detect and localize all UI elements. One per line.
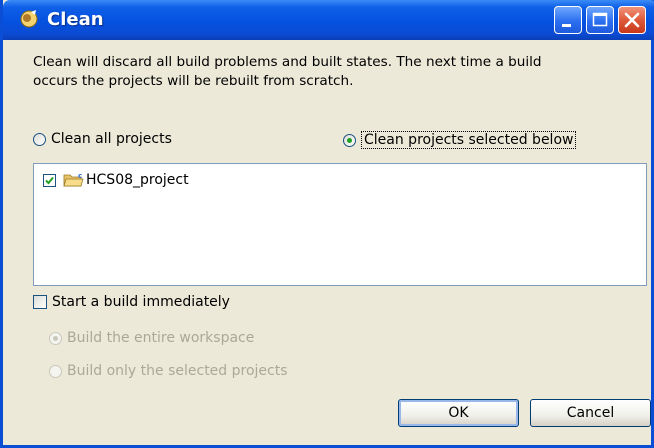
clean-dialog: Clean Clean will discard all build probl… xyxy=(0,0,654,448)
description-text: Clean will discard all build problems an… xyxy=(33,53,633,91)
project-list[interactable]: c HCS08_project xyxy=(33,163,647,286)
cancel-button[interactable]: Cancel xyxy=(530,399,651,427)
maximize-icon xyxy=(592,12,608,27)
start-build-label: Start a build immediately xyxy=(52,294,230,310)
list-item[interactable]: c HCS08_project xyxy=(43,172,189,188)
close-button[interactable] xyxy=(618,6,646,34)
minimize-button[interactable] xyxy=(554,6,582,34)
description-line-1: Clean will discard all build problems an… xyxy=(33,54,542,70)
clean-selected-label: Clean projects selected below xyxy=(361,131,577,149)
window-title: Clean xyxy=(47,9,104,30)
project-name: HCS08_project xyxy=(86,172,189,188)
clean-all-label: Clean all projects xyxy=(51,131,172,147)
clean-all-radio[interactable] xyxy=(33,132,46,146)
build-workspace-label: Build the entire workspace xyxy=(67,330,255,346)
project-folder-icon: c xyxy=(63,172,84,187)
clean-all-option[interactable]: Clean all projects xyxy=(33,131,172,147)
start-build-option[interactable]: Start a build immediately xyxy=(33,294,230,310)
build-selected-option[interactable]: Build only the selected projects xyxy=(49,363,288,379)
build-selected-radio[interactable] xyxy=(49,364,62,378)
eclipse-app-icon xyxy=(20,10,38,28)
checkmark-icon xyxy=(45,176,54,184)
build-workspace-radio[interactable] xyxy=(49,331,62,345)
maximize-button[interactable] xyxy=(586,6,614,34)
svg-text:c: c xyxy=(78,172,82,180)
description-line-2: occurs the projects will be rebuilt from… xyxy=(33,73,354,89)
build-workspace-option[interactable]: Build the entire workspace xyxy=(49,330,254,346)
start-build-checkbox[interactable] xyxy=(33,295,47,309)
clean-selected-radio[interactable] xyxy=(343,133,356,147)
clean-selected-option[interactable]: Clean projects selected below xyxy=(343,131,577,149)
close-icon xyxy=(624,12,640,28)
build-selected-label: Build only the selected projects xyxy=(67,363,288,379)
project-checkbox[interactable] xyxy=(43,173,56,187)
title-bar[interactable]: Clean xyxy=(3,0,654,40)
minimize-icon xyxy=(562,24,571,27)
ok-button[interactable]: OK xyxy=(398,399,519,427)
